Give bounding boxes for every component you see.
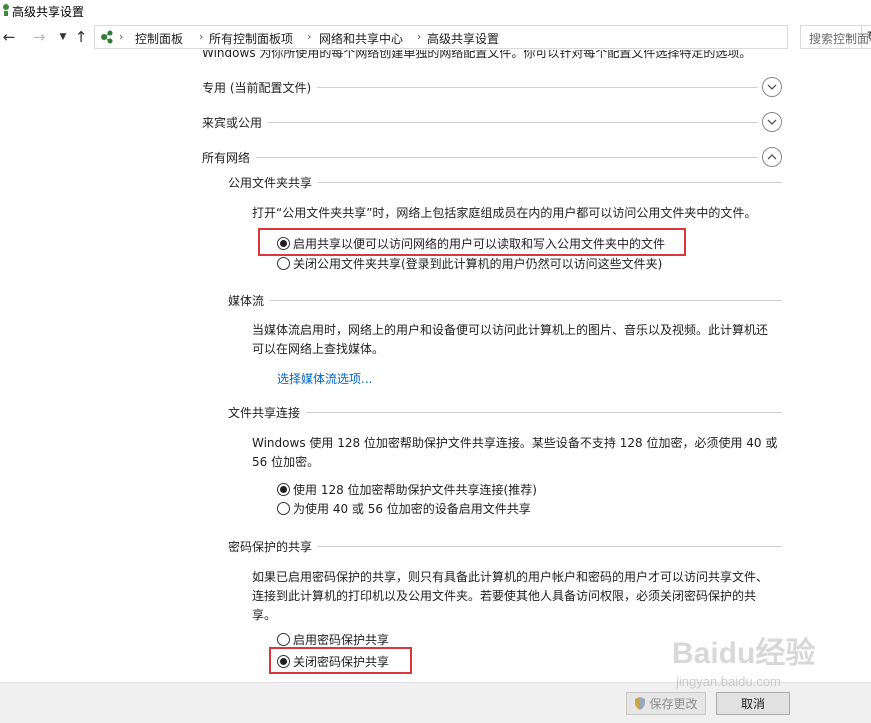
- media-description: 当媒体流启用时，网络上的用户和设备便可以访问此计算机上的图片、音乐以及视频。此计…: [252, 321, 782, 359]
- password-description: 如果已启用密码保护的共享，则只有具备此计算机的用户帐户和密码的用户才可以访问共享…: [252, 568, 782, 625]
- divider: [228, 300, 782, 301]
- chevron-right-icon: ›: [199, 30, 204, 43]
- password-description-line: 如果已启用密码保护的共享，则只有具备此计算机的用户帐户和密码的用户才可以访问共享…: [252, 570, 769, 584]
- radio-label[interactable]: 关闭公用文件夹共享(登录到此计算机的用户仍然可以访问这些文件夹): [293, 255, 662, 272]
- file-sharing-heading-label: 文件共享连接: [228, 404, 307, 421]
- intro-text: Windows 为你所使用的每个网络创建单独的网络配置文件。你可以针对每个配置文…: [202, 50, 752, 60]
- radio-label[interactable]: 使用 128 位加密帮助保护文件共享连接(推荐): [293, 481, 537, 498]
- chevron-right-icon: ›: [417, 30, 422, 43]
- breadcrumb-advanced-sharing[interactable]: 高级共享设置: [427, 30, 499, 47]
- chevron-right-icon: ›: [307, 30, 312, 43]
- profile-all-networks[interactable]: 所有网络: [202, 147, 782, 167]
- radio-disable-public-sharing[interactable]: 关闭公用文件夹共享(登录到此计算机的用户仍然可以访问这些文件夹): [277, 255, 662, 271]
- password-description-line: 享。: [252, 608, 277, 622]
- public-folder-description: 打开“公用文件夹共享”时，网络上包括家庭组成员在内的用户都可以访问公用文件夹中的…: [252, 206, 757, 220]
- save-changes-label: 保存更改: [649, 697, 698, 711]
- network-icon: [101, 30, 113, 44]
- media-heading: 媒体流: [228, 292, 782, 309]
- chevron-down-icon[interactable]: [762, 112, 782, 132]
- radio-40-56bit-encryption[interactable]: 为使用 40 或 56 位加密的设备启用文件共享: [277, 500, 531, 516]
- search-input[interactable]: 搜索控制面板: [800, 25, 871, 49]
- media-description-line: 可以在网络上查找媒体。: [252, 342, 385, 356]
- uac-shield-icon: [635, 697, 646, 710]
- chevron-up-icon[interactable]: [762, 147, 782, 167]
- recent-dropdown-icon[interactable]: ▼: [54, 28, 72, 46]
- radio-label[interactable]: 启用密码保护共享: [293, 631, 389, 648]
- breadcrumb-all-items[interactable]: 所有控制面板项: [209, 30, 293, 47]
- breadcrumb-network-center[interactable]: 网络和共享中心: [319, 30, 403, 47]
- title-bar: 高级共享设置: [0, 0, 871, 22]
- password-heading-label: 密码保护的共享: [228, 538, 319, 555]
- profile-all-label: 所有网络: [202, 149, 257, 166]
- back-arrow-icon[interactable]: ←: [0, 28, 18, 46]
- public-folder-heading: 公用文件夹共享: [228, 174, 782, 191]
- forward-arrow-icon[interactable]: →: [30, 28, 48, 46]
- divider: [228, 412, 782, 413]
- address-bar[interactable]: › 控制面板 › 所有控制面板项 › 网络和共享中心 › 高级共享设置 ⌄ ↻: [94, 25, 871, 49]
- radio-button[interactable]: [277, 482, 290, 496]
- divider: [202, 157, 758, 158]
- divider: [202, 122, 758, 123]
- radio-128bit-encryption[interactable]: 使用 128 位加密帮助保护文件共享连接(推荐): [277, 481, 537, 497]
- file-sharing-description-line: Windows 使用 128 位加密帮助保护文件共享连接。某些设备不支持 128…: [252, 436, 778, 450]
- window-title: 高级共享设置: [12, 5, 85, 19]
- breadcrumb-control-panel[interactable]: 控制面板: [135, 30, 183, 47]
- highlight-box: [269, 647, 412, 674]
- radio-button[interactable]: [277, 632, 290, 646]
- profile-private[interactable]: 专用 (当前配置文件): [202, 77, 782, 97]
- navigation-bar: ← → ▼ ↑ › 控制面板 › 所有控制面板项 › 网络和共享中心 › 高级共…: [0, 24, 871, 50]
- media-options-link[interactable]: 选择媒体流选项...: [277, 370, 372, 387]
- footer-bar: 保存更改 取消: [0, 682, 871, 723]
- radio-button[interactable]: [277, 501, 290, 515]
- profile-private-label: 专用 (当前配置文件): [202, 79, 318, 96]
- settings-content: Windows 为你所使用的每个网络创建单独的网络配置文件。你可以针对每个配置文…: [0, 50, 871, 682]
- network-app-icon: [3, 4, 9, 16]
- highlight-box: [258, 228, 686, 256]
- up-arrow-icon[interactable]: ↑: [72, 28, 90, 46]
- chevron-down-icon[interactable]: [762, 77, 782, 97]
- media-description-line: 当媒体流启用时，网络上的用户和设备便可以访问此计算机上的图片、音乐以及视频。此计…: [252, 323, 769, 337]
- save-changes-button[interactable]: 保存更改: [626, 692, 706, 715]
- radio-label[interactable]: 为使用 40 或 56 位加密的设备启用文件共享: [293, 500, 531, 517]
- file-sharing-heading: 文件共享连接: [228, 404, 782, 421]
- radio-button[interactable]: [277, 256, 290, 270]
- profile-guest-public[interactable]: 来宾或公用: [202, 112, 782, 132]
- password-description-line: 连接到此计算机的打印机以及公用文件夹。若要使其他人具备访问权限，必须关闭密码保护…: [252, 589, 757, 603]
- cancel-button[interactable]: 取消: [716, 692, 790, 715]
- public-folder-heading-label: 公用文件夹共享: [228, 174, 319, 191]
- media-heading-label: 媒体流: [228, 292, 271, 309]
- chevron-right-icon: ›: [119, 30, 124, 43]
- file-sharing-description-line: 56 位加密。: [252, 455, 320, 469]
- profile-guest-label: 来宾或公用: [202, 114, 269, 131]
- password-heading: 密码保护的共享: [228, 538, 782, 555]
- file-sharing-description: Windows 使用 128 位加密帮助保护文件共享连接。某些设备不支持 128…: [252, 434, 782, 472]
- radio-enable-password-sharing[interactable]: 启用密码保护共享: [277, 631, 389, 647]
